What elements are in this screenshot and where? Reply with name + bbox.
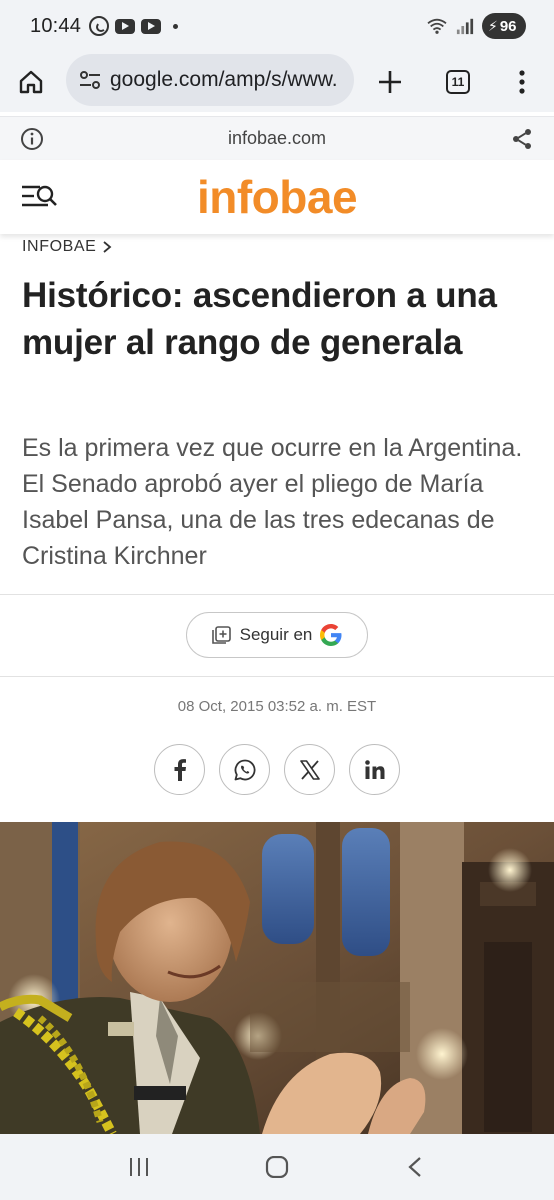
share-x-button[interactable] [284,744,335,795]
battery-level: 96 [499,17,517,35]
share-whatsapp-button[interactable] [219,744,270,795]
breadcrumb[interactable]: INFOBAE [22,238,112,256]
youtube-icon [115,18,136,34]
site-settings-icon[interactable] [78,68,102,92]
share-facebook-button[interactable] [154,744,205,795]
whatsapp-icon [234,759,255,780]
youtube-icon [141,18,162,34]
article-photo[interactable] [0,822,554,1134]
back-button[interactable] [385,1142,445,1192]
tab-switcher-button[interactable]: 11 [436,60,480,104]
article-headline: Histórico: ascendieron a una mujer al ra… [22,276,497,362]
tab-count: 11 [446,70,470,94]
divider [0,594,554,595]
site-header: infobae [0,160,554,234]
status-system-icons: ⚡ 96 [426,13,526,39]
more-vert-icon [519,70,525,94]
share-icon[interactable] [510,127,534,151]
recent-apps-button[interactable] [109,1142,169,1192]
whatsapp-icon [89,16,110,36]
browser-toolbar: google.com/amp/s/www. 11 [0,52,554,112]
share-buttons [154,744,400,795]
charging-bolt-icon: ⚡ [488,17,498,34]
home-nav-button[interactable] [247,1142,307,1192]
google-g-icon [320,624,342,646]
browser-menu-button[interactable] [500,60,544,104]
article-photo-illustration [0,822,554,1134]
page: 10:44 ⚡ 96 google.com/amp/s/www. 11 info… [0,0,554,1200]
amp-domain[interactable]: infobae.com [228,128,326,149]
battery-indicator: ⚡ 96 [482,13,526,39]
share-linkedin-button[interactable] [349,744,400,795]
follow-on-google-button[interactable]: Seguir en [186,612,368,658]
article-date: 08 Oct, 2015 03:52 a. m. EST [177,698,377,715]
chevron-right-icon [103,241,112,253]
signal-icon [456,18,474,35]
wifi-icon [427,18,447,34]
plus-icon [379,71,401,93]
address-bar[interactable]: google.com/amp/s/www. [66,54,354,106]
site-logo[interactable]: infobae [197,170,358,224]
recents-icon [130,1158,148,1176]
status-time: 10:44 [30,14,82,37]
url-text[interactable]: google.com/amp/s/www. [110,68,338,92]
breadcrumb-label[interactable]: INFOBAE [22,238,96,256]
x-icon [299,759,320,780]
divider [0,676,554,677]
status-notification-icons [89,16,179,36]
home-button[interactable] [0,52,62,112]
notification-dot-icon [173,23,179,29]
home-icon [19,70,43,94]
follow-label: Seguir en [239,625,313,644]
article-deck: Es la primera vez que ocurre en la Argen… [22,434,523,570]
menu-search-icon[interactable] [20,180,60,214]
amp-header-bar: infobae.com [0,116,554,160]
system-nav-bar [0,1134,554,1200]
new-tab-button[interactable] [368,60,412,104]
home-circle-icon [265,1156,289,1178]
add-source-icon [211,626,231,644]
info-icon[interactable] [20,127,44,151]
facebook-icon [174,758,186,781]
back-icon [408,1157,421,1177]
linkedin-icon [364,759,384,779]
status-bar: 10:44 ⚡ 96 [0,0,554,52]
